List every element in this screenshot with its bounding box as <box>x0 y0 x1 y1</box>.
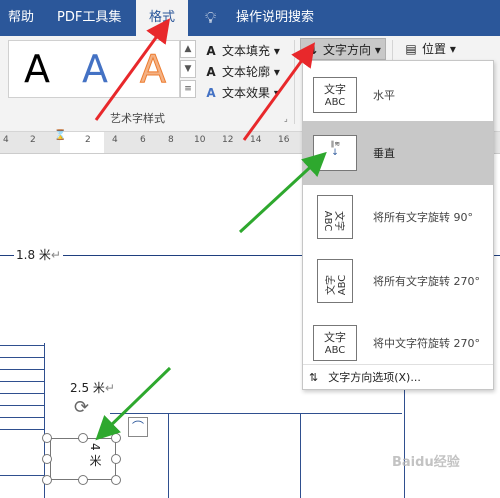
ruler-tick: 4 <box>3 135 9 145</box>
text-fill-icon: A <box>206 44 216 58</box>
chevron-down-icon: ▾ <box>270 65 280 79</box>
resize-handle[interactable] <box>42 475 52 485</box>
menu-item-label: 垂直 <box>373 147 395 160</box>
dialog-launcher-icon[interactable]: ⌟ <box>284 114 288 123</box>
watermark: Baidu经验 <box>392 455 460 470</box>
tab-pdf-tools[interactable]: PDF工具集 <box>57 0 121 36</box>
ruler-tick: 10 <box>194 135 206 145</box>
stair-line <box>0 405 44 406</box>
ruler-tick: 6 <box>140 135 146 145</box>
stair-line <box>0 429 44 430</box>
chevron-down-icon: ▾ <box>446 42 456 56</box>
drawing-line <box>300 413 301 498</box>
text-outline-button[interactable]: A 文本轮廓 ▾ <box>204 63 280 81</box>
layout-options-icon[interactable]: ⌒ <box>128 417 148 437</box>
stair-line <box>0 381 44 382</box>
resize-handle[interactable] <box>78 475 88 485</box>
resize-handle[interactable] <box>111 454 121 464</box>
stair-line <box>0 417 44 418</box>
text-direction-icon: ⇅ <box>306 43 318 57</box>
text-effects-button[interactable]: A 文本效果 ▾ <box>204 84 280 102</box>
position-button[interactable]: ▤ 位置 ▾ <box>404 40 456 58</box>
rotate-cjk-icon: 文字 ABC <box>313 325 357 361</box>
menu-item-label: 将所有文字旋转 270° <box>373 275 480 288</box>
text-direction-button[interactable]: ⇅ 文字方向 ▾ <box>300 38 386 60</box>
ruler-tick: 8 <box>168 135 174 145</box>
options-label: 文字方向选项(X)... <box>328 371 421 384</box>
chevron-down-icon: ▾ <box>270 86 280 100</box>
text-outline-label: 文本轮廓 <box>222 65 271 79</box>
resize-handle[interactable] <box>42 433 52 443</box>
chevron-down-icon: ▾ <box>371 43 381 57</box>
vertical-text-icon: ∥ ≋ ↓ <box>313 135 357 171</box>
tell-me-search[interactable]: 操作说明搜索 <box>236 0 314 36</box>
menu-item-vertical[interactable]: ∥ ≋ ↓ 垂直 <box>303 121 493 185</box>
stair-line <box>0 357 44 358</box>
gallery-down-button[interactable]: ▼ <box>180 60 196 78</box>
stair-line <box>0 393 44 394</box>
wordart-style-blue[interactable]: A <box>73 47 117 91</box>
ruler-tick: 2 <box>85 135 91 145</box>
gallery-up-button[interactable]: ▲ <box>180 40 196 58</box>
ruler-tick: 16 <box>278 135 290 145</box>
drawing-line <box>404 373 405 498</box>
indent-marker[interactable]: ⌛ <box>54 130 66 141</box>
position-icon: ▤ <box>405 42 417 56</box>
wordart-style-black[interactable]: A <box>15 47 59 91</box>
drawing-line <box>110 413 402 414</box>
ribbon-tab-bar: 帮助 PDF工具集 格式 💡︎ 操作说明搜索 <box>0 0 500 36</box>
drawing-line <box>168 413 169 498</box>
resize-handle[interactable] <box>111 475 121 485</box>
ruler-tick: 4 <box>112 135 118 145</box>
wordart-style-orange[interactable]: A <box>131 47 175 92</box>
stair-line <box>0 475 44 476</box>
ruler-tick: 14 <box>250 135 262 145</box>
menu-item-horizontal[interactable]: 文字 ABC 水平 <box>303 63 493 127</box>
menu-item-label: 将所有文字旋转 90° <box>373 211 473 224</box>
gallery-more-button[interactable]: ≡ <box>180 80 196 98</box>
menu-item-label: 将中文字符旋转 270° <box>373 337 480 350</box>
chevron-down-icon: ▾ <box>270 44 280 58</box>
ruler-tick: 2 <box>30 135 36 145</box>
menu-item-rotate-270[interactable]: 文字 ABC 将所有文字旋转 270° <box>303 249 493 313</box>
text-outline-icon: A <box>206 65 216 79</box>
menu-item-rotate-cjk-270[interactable]: 文字 ABC 将中文字符旋转 270° <box>303 311 493 375</box>
tab-format[interactable]: 格式 <box>136 0 188 36</box>
text-direction-icon: ⇅ <box>309 371 319 384</box>
text-direction-menu: 文字 ABC 水平 ∥ ≋ ↓ 垂直 文字 ABC 将所有文字旋转 90° 文字 ABC… <box>302 60 494 390</box>
rotate-90-icon: 文字 ABC <box>317 195 353 239</box>
text-direction-label: 文字方向 <box>323 43 372 57</box>
group-divider <box>294 40 295 124</box>
dimension-label-18: 1.8 米↵ <box>14 246 63 263</box>
rotate-handle-icon[interactable]: ⟳ <box>74 397 89 418</box>
stair-line <box>0 345 44 346</box>
resize-handle[interactable] <box>42 454 52 464</box>
horizontal-text-icon: 文字 ABC <box>313 77 357 113</box>
text-fill-button[interactable]: A 文本填充 ▾ <box>204 42 280 60</box>
stair-line <box>0 369 44 370</box>
selected-textbox[interactable]: 4 米 <box>50 438 116 480</box>
text-effects-label: 文本效果 <box>222 86 271 100</box>
text-fill-label: 文本填充 <box>222 44 271 58</box>
group-wordart-label: 艺术字样式 <box>110 112 165 125</box>
resize-handle[interactable] <box>111 433 121 443</box>
menu-item-rotate-90[interactable]: 文字 ABC 将所有文字旋转 90° <box>303 185 493 249</box>
textbox-text: 4 米 <box>88 443 102 467</box>
text-effects-icon: A <box>206 86 216 100</box>
group-divider <box>392 40 393 60</box>
text-direction-options[interactable]: ⇅ 文字方向选项(X)... <box>309 369 489 387</box>
wordart-style-gallery: A A A <box>8 40 180 98</box>
position-label: 位置 <box>422 42 447 56</box>
menu-divider <box>303 364 493 365</box>
resize-handle[interactable] <box>78 433 88 443</box>
menu-item-label: 水平 <box>373 89 395 102</box>
tab-help[interactable]: 帮助 <box>8 0 34 36</box>
rotate-270-icon: 文字 ABC <box>317 259 353 303</box>
ruler-tick: 12 <box>222 135 234 145</box>
dimension-label-25: 2.5 米↵ <box>68 379 117 396</box>
lightbulb-icon: 💡︎ <box>205 8 217 27</box>
